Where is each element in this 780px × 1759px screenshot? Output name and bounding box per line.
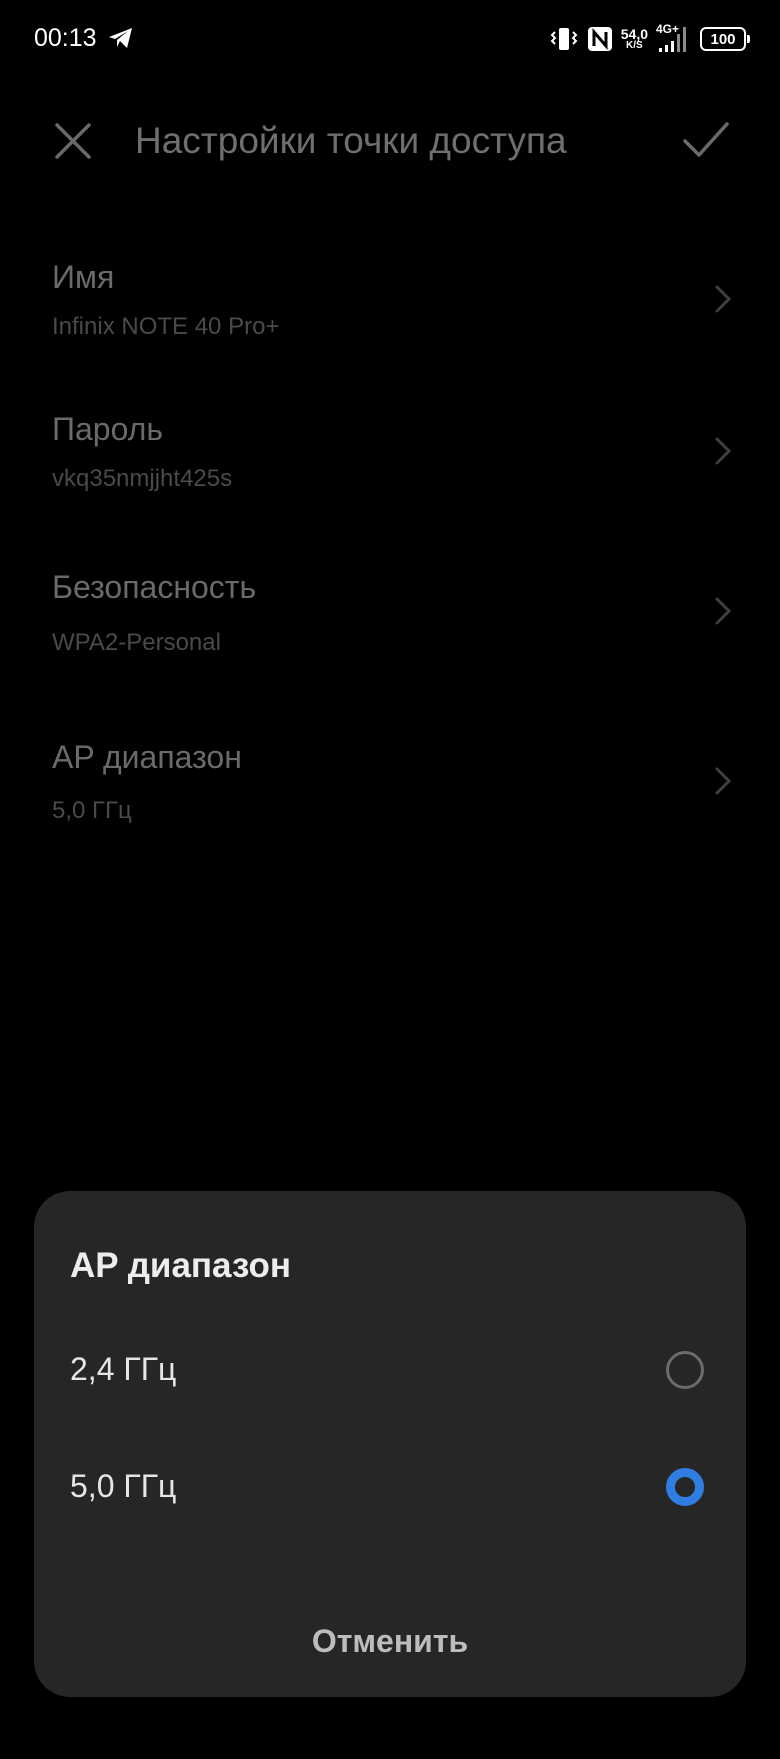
setting-value: vkq35nmjjht425s	[52, 465, 233, 492]
setting-title: Пароль	[52, 411, 164, 447]
setting-row-name[interactable]: Имя Infinix NOTE 40 Pro+	[0, 259, 780, 379]
ap-band-sheet: AP диапазон 2,4 ГГц 5,0 ГГц Отменить	[34, 1191, 746, 1697]
status-time: 00:13	[34, 24, 97, 52]
signal-icon	[659, 27, 686, 52]
chevron-right-icon	[715, 437, 732, 465]
status-icons: 54,0 K/S 4G+ 100	[549, 22, 750, 56]
status-bar: 00:13 54,0 K/S 4G+ 100	[0, 0, 780, 78]
setting-row-security[interactable]: Безопасность WPA2-Personal	[0, 569, 780, 689]
option-2-4-ghz[interactable]: 2,4 ГГц	[34, 1321, 746, 1421]
chevron-right-icon	[715, 285, 732, 313]
setting-title: Безопасность	[52, 569, 257, 605]
setting-title: Имя	[52, 259, 115, 295]
battery-level: 100	[710, 30, 736, 48]
setting-value: Infinix NOTE 40 Pro+	[52, 313, 280, 340]
vibrate-icon	[550, 28, 578, 50]
page-title: Настройки точки доступа	[135, 120, 567, 161]
option-5-0-ghz[interactable]: 5,0 ГГц	[34, 1438, 746, 1538]
chevron-right-icon	[715, 767, 732, 795]
net-speed: 54,0 K/S	[621, 27, 648, 51]
battery-icon: 100	[700, 27, 750, 51]
setting-row-ap-band[interactable]: AP диапазон 5,0 ГГц	[0, 739, 780, 859]
setting-value: 5,0 ГГц	[52, 797, 132, 824]
cancel-button[interactable]: Отменить	[34, 1611, 746, 1671]
sheet-title: AP диапазон	[70, 1246, 291, 1285]
chevron-right-icon	[715, 597, 732, 625]
radio-button[interactable]	[666, 1351, 704, 1389]
net-speed-unit: K/S	[626, 40, 643, 51]
setting-value: WPA2-Personal	[52, 629, 221, 656]
radio-button-selected[interactable]	[666, 1468, 704, 1506]
app-header: Настройки точки доступа	[0, 100, 780, 182]
net-speed-value: 54,0	[620, 26, 648, 42]
nfc-icon	[587, 27, 612, 51]
check-icon[interactable]	[682, 120, 730, 160]
signal-indicator: 4G+	[656, 22, 692, 54]
telegram-icon	[109, 28, 132, 48]
close-icon[interactable]	[54, 122, 92, 160]
setting-title: AP диапазон	[52, 739, 242, 775]
option-label: 5,0 ГГц	[70, 1468, 177, 1504]
option-label: 2,4 ГГц	[70, 1351, 177, 1387]
setting-row-password[interactable]: Пароль vkq35nmjjht425s	[0, 411, 780, 531]
